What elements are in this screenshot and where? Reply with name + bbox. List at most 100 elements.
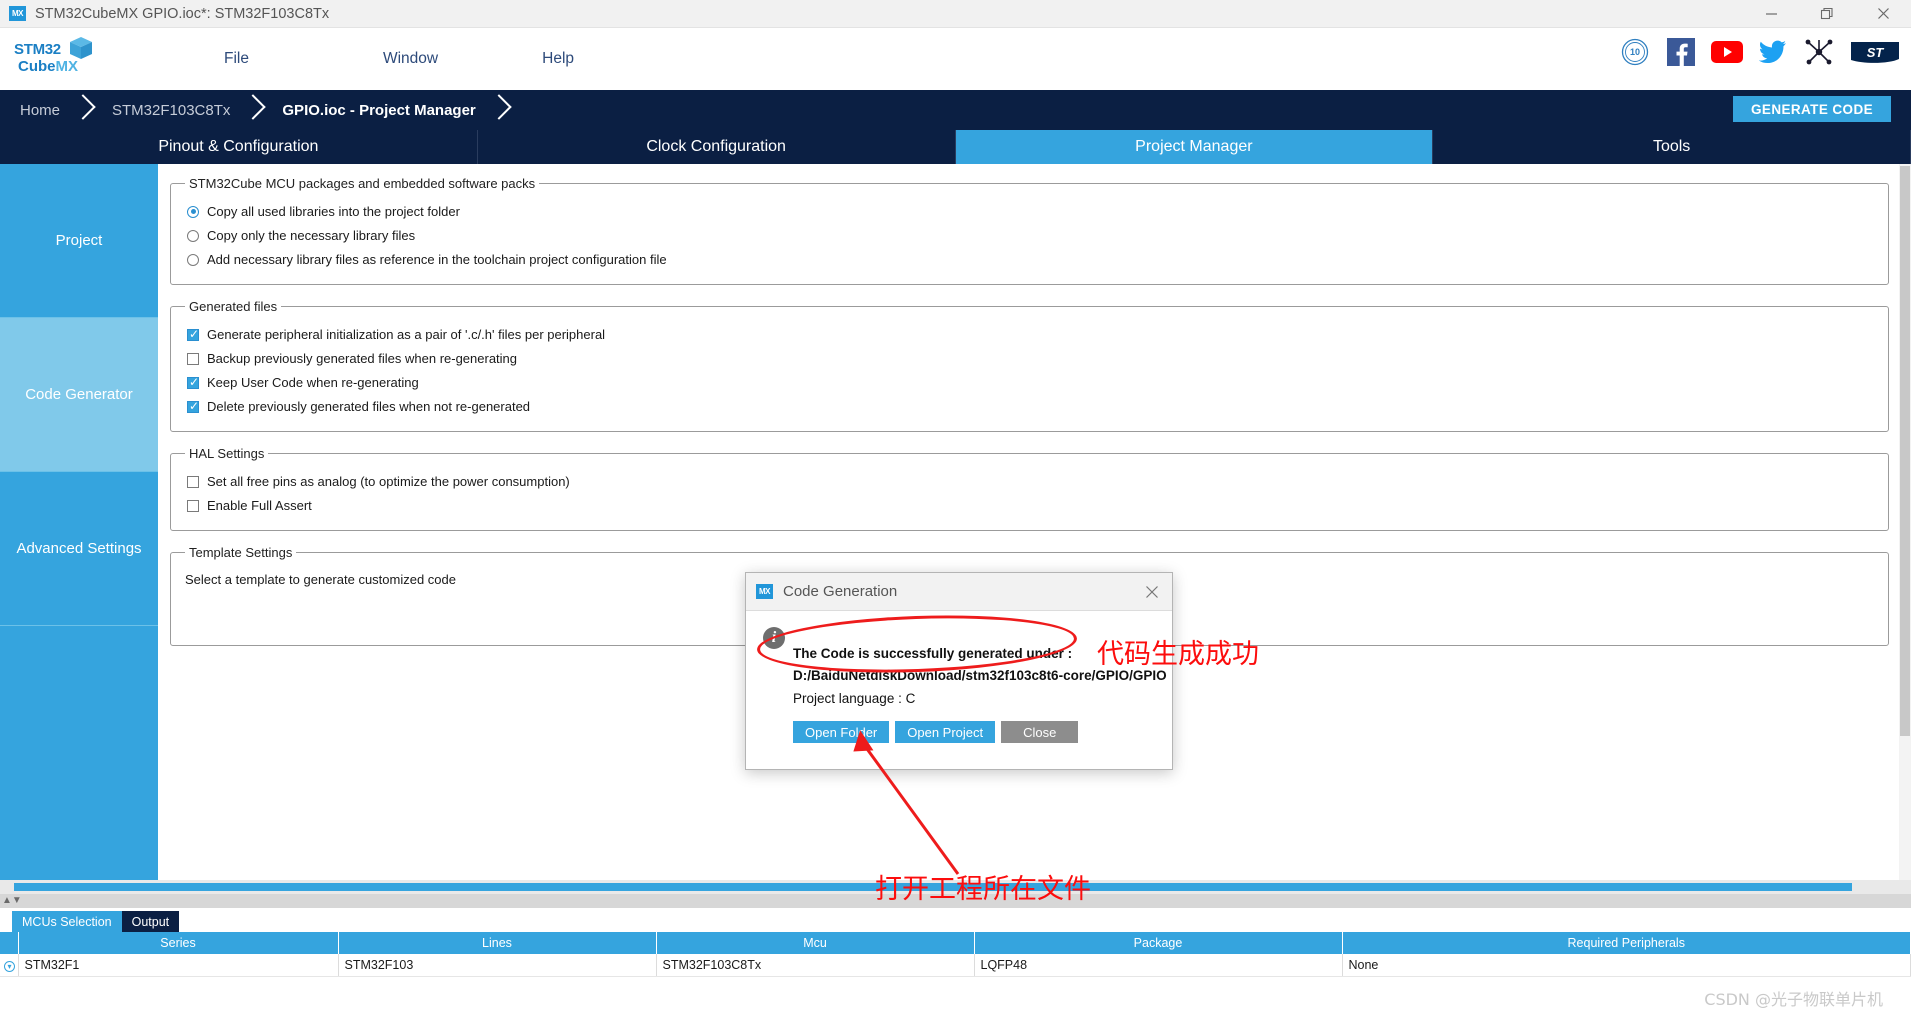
code-generation-dialog: MX Code Generation i The Code is success… — [745, 572, 1173, 770]
radio-icon — [187, 253, 199, 266]
checkbox-label: Enable Full Assert — [207, 498, 312, 513]
checkbox-generate-peripheral-init[interactable]: Generate peripheral initialization as a … — [187, 323, 1876, 346]
checkbox-keep-user-code[interactable]: Keep User Code when re-generating — [187, 371, 1876, 394]
radio-icon — [187, 229, 199, 242]
mcus-selection-table-wrap: Series Lines Mcu Package Required Periph… — [0, 932, 1911, 977]
st-logo-icon[interactable]: ST — [1849, 36, 1901, 68]
csdn-watermark: CSDN @光子物联单片机 — [1704, 990, 1883, 1009]
minimize-button[interactable] — [1743, 0, 1799, 28]
stm32cubemx-logo: STM32 CubeMX — [10, 33, 92, 85]
dialog-buttons: Open Folder Open Project Close — [793, 721, 1079, 743]
checkbox-icon — [187, 352, 199, 365]
cell-package: LQFP48 — [974, 954, 1343, 977]
table-header-package[interactable]: Package — [974, 932, 1343, 954]
dialog-close-button[interactable]: Close — [1001, 721, 1079, 743]
checkbox-label: Generate peripheral initialization as a … — [207, 327, 606, 342]
dialog-close-icon[interactable] — [1142, 582, 1162, 602]
logo-line-1: STM32 — [14, 41, 61, 58]
checkbox-free-pins-analog[interactable]: Set all free pins as analog (to optimize… — [187, 470, 1876, 493]
cube-icon — [68, 35, 94, 66]
sidebar-filler — [0, 626, 158, 880]
group-mcu-packages-legend: STM32Cube MCU packages and embedded soft… — [189, 176, 536, 191]
breadcrumb: Home STM32F103C8Tx GPIO.ioc - Project Ma… — [0, 90, 1911, 130]
tab-output[interactable]: Output — [121, 911, 180, 932]
community-icon[interactable] — [1803, 36, 1835, 68]
sidebar-item-code-generator[interactable]: Code Generator — [0, 318, 158, 472]
checkbox-label: Set all free pins as analog (to optimize… — [207, 474, 570, 489]
app-icon: MX — [9, 6, 26, 21]
content-vertical-scrollbar[interactable] — [1899, 164, 1911, 880]
group-generated-files-legend: Generated files — [189, 299, 278, 314]
radio-add-library-reference[interactable]: Add necessary library files as reference… — [187, 248, 1876, 271]
open-project-button[interactable]: Open Project — [895, 721, 996, 743]
open-folder-button[interactable]: Open Folder — [793, 721, 890, 743]
radio-icon — [187, 205, 199, 218]
dialog-success-message: The Code is successfully generated under… — [793, 646, 1073, 661]
tab-mcus-selection[interactable]: MCUs Selection — [12, 911, 122, 932]
checkbox-icon — [187, 399, 200, 413]
radio-label: Copy only the necessary library files — [207, 228, 416, 243]
dialog-app-icon: MX — [756, 584, 773, 599]
group-hal-settings-legend: HAL Settings — [189, 446, 265, 461]
checkbox-icon — [187, 475, 199, 488]
group-generated-files: Generated files Generate peripheral init… — [170, 299, 1889, 432]
table-header-lines[interactable]: Lines — [338, 932, 657, 954]
twitter-icon[interactable] — [1757, 36, 1789, 68]
sidebar-item-advanced-settings[interactable]: Advanced Settings — [0, 472, 158, 626]
checkbox-delete-previous-files[interactable]: Delete previously generated files when n… — [187, 395, 1876, 418]
cell-mcu: STM32F103C8Tx — [656, 954, 975, 977]
maximize-restore-button[interactable] — [1799, 0, 1855, 28]
table-header-blank — [0, 932, 19, 954]
breadcrumb-item-current[interactable]: GPIO.ioc - Project Manager — [262, 90, 507, 130]
checkbox-label: Backup previously generated files when r… — [207, 351, 518, 366]
youtube-icon[interactable] — [1711, 36, 1743, 68]
svg-text:10: 10 — [1630, 47, 1640, 57]
chevron-right-icon — [244, 90, 262, 130]
checkbox-label: Keep User Code when re-generating — [207, 375, 419, 390]
tab-tools[interactable]: Tools — [1433, 130, 1911, 164]
scrollbar-thumb[interactable] — [1900, 166, 1910, 736]
title-bar: MX STM32CubeMX GPIO.ioc*: STM32F103C8Tx — [0, 0, 1911, 28]
main-tabs: Pinout & Configuration Clock Configurati… — [0, 130, 1911, 164]
svg-text:ST: ST — [1867, 45, 1885, 60]
table-header-required-peripherals[interactable]: Required Peripherals — [1342, 932, 1911, 954]
table-header-mcu[interactable]: Mcu — [656, 932, 975, 954]
scrollbar-left-edge — [0, 880, 14, 894]
close-button[interactable] — [1855, 0, 1911, 28]
window-title: STM32CubeMX GPIO.ioc*: STM32F103C8Tx — [35, 5, 330, 22]
annotation-open-folder-note: 打开工程所在文件 — [875, 874, 1091, 905]
project-manager-sidebar: Project Code Generator Advanced Settings — [0, 164, 158, 880]
sidebar-item-project[interactable]: Project — [0, 164, 158, 318]
radio-copy-necessary-libraries[interactable]: Copy only the necessary library files — [187, 224, 1876, 247]
tab-clock-configuration[interactable]: Clock Configuration — [477, 130, 956, 164]
group-template-settings-legend: Template Settings — [189, 545, 293, 560]
breadcrumb-item-home[interactable]: Home — [0, 90, 92, 130]
table-row[interactable]: ▾ STM32F1 STM32F103 STM32F103C8Tx LQFP48… — [0, 954, 1911, 977]
ten-years-badge-icon[interactable]: 10 — [1619, 36, 1651, 68]
checkbox-enable-full-assert[interactable]: Enable Full Assert — [187, 494, 1876, 517]
menu-file[interactable]: File — [218, 46, 255, 72]
cell-lines: STM32F103 — [338, 954, 657, 977]
code-generator-panel: STM32Cube MCU packages and embedded soft… — [158, 164, 1911, 880]
stm32cubemx-window: MX STM32CubeMX GPIO.ioc*: STM32F103C8Tx … — [0, 0, 1911, 1020]
menu-help[interactable]: Help — [536, 46, 580, 72]
tab-project-manager[interactable]: Project Manager — [955, 130, 1434, 164]
checkbox-backup-previous-files[interactable]: Backup previously generated files when r… — [187, 347, 1876, 370]
facebook-icon[interactable] — [1665, 36, 1697, 68]
tab-pinout-configuration[interactable]: Pinout & Configuration — [0, 130, 478, 164]
annotation-success-note: 代码生成成功 — [1097, 639, 1259, 670]
body-area: Project Code Generator Advanced Settings… — [0, 164, 1911, 905]
menu-window[interactable]: Window — [377, 46, 444, 72]
menu-bar: STM32 CubeMX File Window Help 10 ST — [0, 28, 1911, 90]
group-hal-settings: HAL Settings Set all free pins as analog… — [170, 446, 1889, 531]
table-header-series[interactable]: Series — [18, 932, 339, 954]
chevron-down-icon[interactable]: ▾ — [4, 961, 15, 973]
generate-code-button[interactable]: GENERATE CODE — [1733, 96, 1891, 122]
cell-required-peripherals: None — [1342, 954, 1911, 977]
group-mcu-packages: STM32Cube MCU packages and embedded soft… — [170, 176, 1889, 285]
row-expand-icon-cell[interactable]: ▾ — [0, 954, 19, 977]
cell-series: STM32F1 — [18, 954, 339, 977]
chevron-right-icon — [490, 90, 508, 130]
radio-copy-all-libraries[interactable]: Copy all used libraries into the project… — [187, 200, 1876, 223]
breadcrumb-item-mcu[interactable]: STM32F103C8Tx — [92, 90, 262, 130]
